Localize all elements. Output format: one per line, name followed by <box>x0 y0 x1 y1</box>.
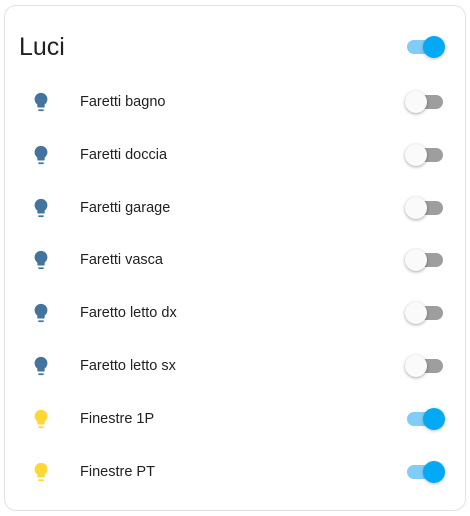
lightbulb-icon[interactable] <box>30 143 52 167</box>
entity-row: Faretti garage <box>5 182 465 235</box>
master-toggle[interactable] <box>405 35 445 59</box>
entity-toggle[interactable] <box>405 248 445 272</box>
entity-name[interactable]: Faretto letto dx <box>80 287 177 339</box>
toggle-knob <box>423 407 445 430</box>
entity-name[interactable]: Faretti bagno <box>80 76 165 128</box>
lightbulb-icon[interactable] <box>30 407 52 431</box>
entity-toggle[interactable] <box>405 460 445 484</box>
lightbulb-icon[interactable] <box>30 354 52 378</box>
toggle-knob <box>423 460 445 483</box>
entity-list: Faretti bagno Faretti doccia Faretti garag… <box>5 76 465 498</box>
entity-toggle[interactable] <box>405 407 445 431</box>
lightbulb-icon[interactable] <box>30 248 52 272</box>
entity-toggle[interactable] <box>405 354 445 378</box>
card-header: Luci <box>19 31 449 67</box>
entity-toggle[interactable] <box>405 301 445 325</box>
entity-name[interactable]: Faretti doccia <box>80 129 167 181</box>
lights-card: Luci Faretti bagno Faretti doccia Faretti … <box>4 5 466 511</box>
entity-row: Faretto letto dx <box>5 287 465 340</box>
entity-row: Finestre 1P <box>5 393 465 446</box>
entity-row: Faretti doccia <box>5 129 465 182</box>
entity-toggle[interactable] <box>405 90 445 114</box>
entity-name[interactable]: Finestre 1P <box>80 393 154 445</box>
entity-name[interactable]: Faretti garage <box>80 182 170 234</box>
entity-name[interactable]: Finestre PT <box>80 446 155 498</box>
lightbulb-icon[interactable] <box>30 460 52 484</box>
toggle-knob <box>423 36 445 58</box>
toggle-knob <box>405 143 427 166</box>
entity-name[interactable]: Faretti vasca <box>80 234 163 286</box>
entity-toggle[interactable] <box>405 196 445 220</box>
entity-row: Faretto letto sx <box>5 340 465 393</box>
lightbulb-icon[interactable] <box>30 90 52 114</box>
toggle-knob <box>405 91 427 113</box>
toggle-knob <box>405 302 427 325</box>
toggle-knob <box>405 354 427 377</box>
toggle-knob <box>405 196 427 219</box>
entity-row: Faretti bagno <box>5 76 465 129</box>
entity-row: Faretti vasca <box>5 234 465 287</box>
lightbulb-icon[interactable] <box>30 301 52 325</box>
entity-row: Finestre PT <box>5 446 465 499</box>
entity-toggle[interactable] <box>405 143 445 167</box>
entity-name[interactable]: Faretto letto sx <box>80 340 176 392</box>
lightbulb-icon[interactable] <box>30 196 52 220</box>
toggle-knob <box>405 249 427 272</box>
card-title: Luci <box>19 33 65 61</box>
